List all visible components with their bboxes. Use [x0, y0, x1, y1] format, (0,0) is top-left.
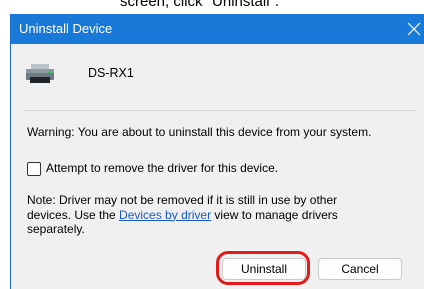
printer-icon	[26, 64, 54, 83]
note-line-2-pre: devices. Use the	[27, 207, 120, 222]
remove-driver-checkbox[interactable]	[27, 162, 41, 176]
uninstall-device-dialog: Uninstall Device DS-RX1 Warning: You are…	[10, 14, 424, 289]
device-name: DS-RX1	[88, 66, 134, 80]
note-line-2: devices. Use the Devices by driver view …	[27, 208, 419, 223]
note-text: Note: Driver may not be removed if it is…	[27, 193, 419, 237]
instruction-text: screen, click "Uninstall".	[120, 0, 280, 10]
uninstall-button[interactable]: Uninstall	[222, 258, 306, 280]
devices-by-driver-link[interactable]: Devices by driver	[119, 208, 211, 222]
dialog-title: Uninstall Device	[19, 21, 113, 36]
remove-driver-label[interactable]: Attempt to remove the driver for this de…	[46, 161, 278, 175]
note-line-1: Note: Driver may not be removed if it is…	[27, 193, 338, 207]
divider	[23, 110, 415, 111]
note-line-2-post: view to manage drivers	[211, 207, 338, 222]
note-line-3: separately.	[27, 222, 85, 236]
close-icon[interactable]	[403, 18, 424, 40]
cancel-button[interactable]: Cancel	[318, 258, 402, 280]
title-bar: Uninstall Device	[11, 14, 424, 44]
warning-text: Warning: You are about to uninstall this…	[27, 125, 372, 139]
instruction-caption: screen, click "Uninstall".	[0, 0, 424, 14]
